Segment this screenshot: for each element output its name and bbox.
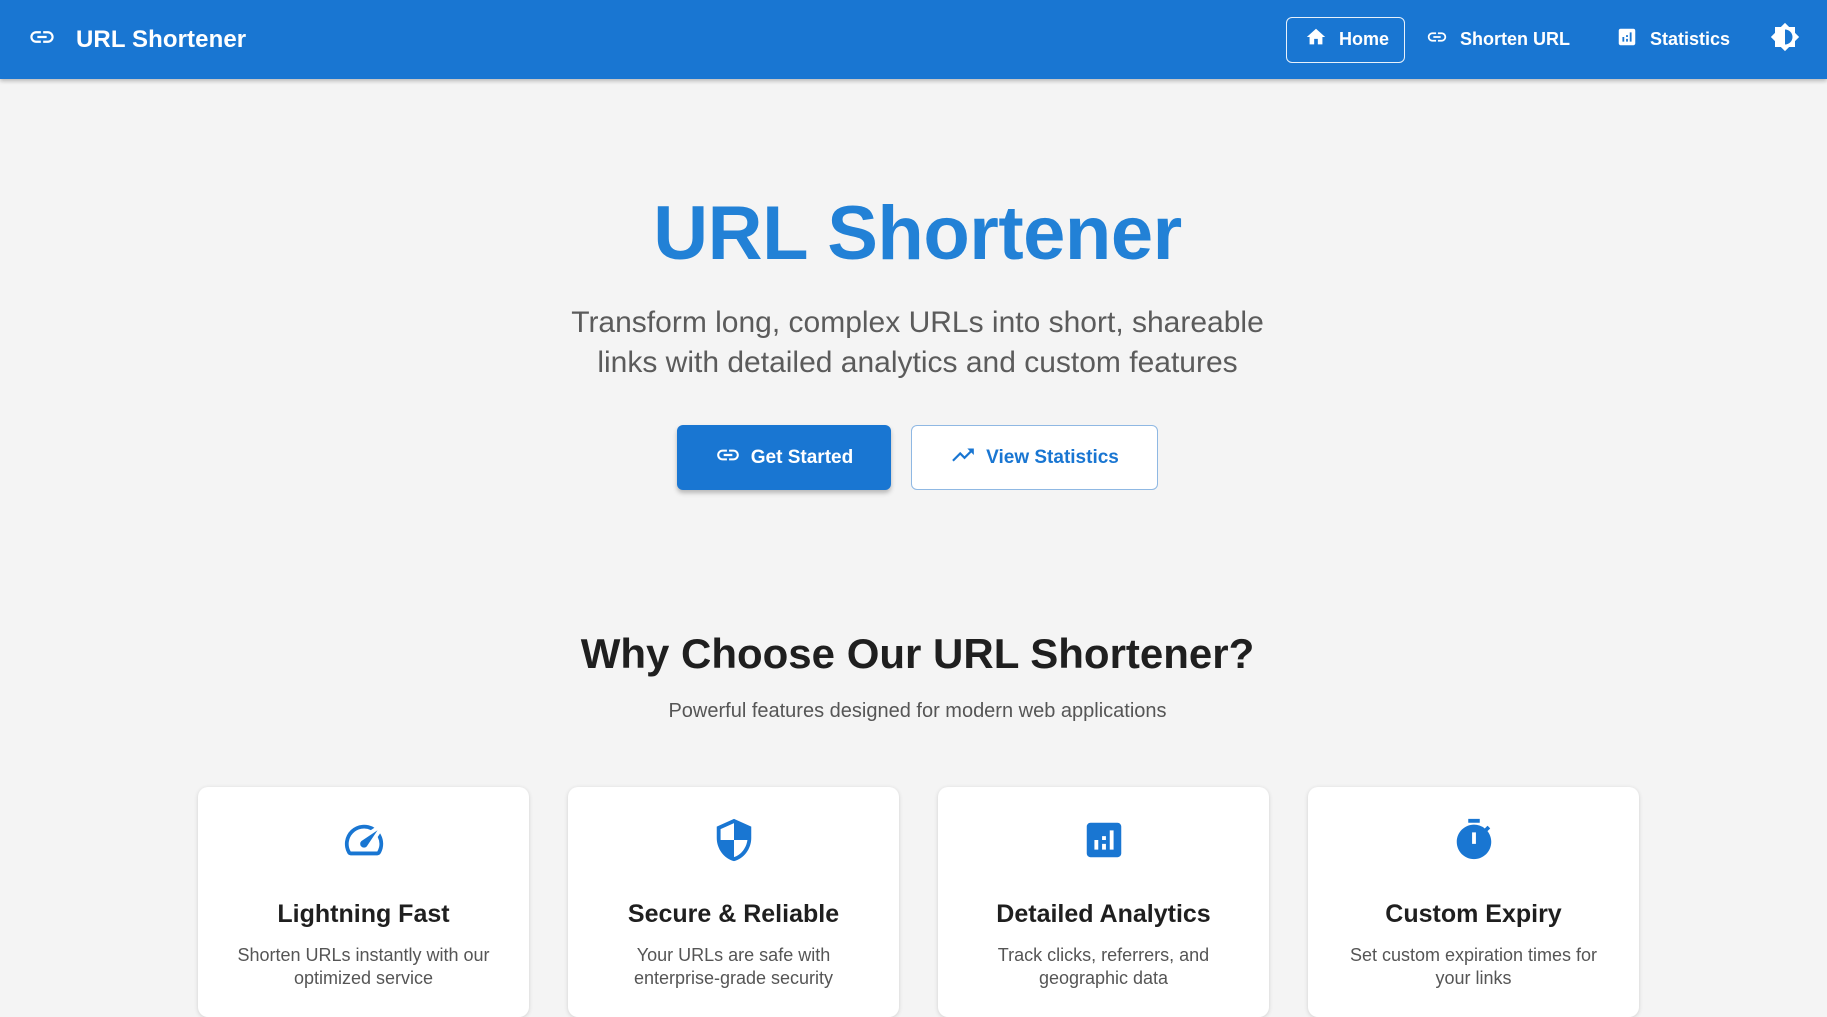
- shield-icon: [568, 817, 899, 863]
- brightness-icon: [1770, 22, 1800, 57]
- bar-chart-icon: [1616, 26, 1650, 53]
- view-statistics-button[interactable]: View Statistics: [911, 425, 1158, 490]
- nav-statistics-label: Statistics: [1649, 29, 1730, 49]
- home-icon: [1305, 26, 1339, 53]
- speedometer-icon: [198, 817, 529, 863]
- nav-shorten-url-button[interactable]: Shorten URL: [1407, 17, 1589, 63]
- app-title: URL Shortener: [76, 25, 247, 53]
- nav-home-button[interactable]: Home: [1285, 16, 1405, 63]
- feature-card-lightning-fast: Lightning Fast Shorten URLs instantly wi…: [198, 787, 529, 1017]
- feature-card-text: Your URLs are safe with enterprise-grade…: [633, 945, 834, 988]
- link-icon: [715, 442, 751, 474]
- trending-up-icon: [950, 442, 986, 474]
- features-title: Why Choose Our URL Shortener?: [580, 630, 1255, 677]
- feature-cards: Lightning Fast Shorten URLs instantly wi…: [198, 787, 1639, 1017]
- feature-card-text: Track clicks, referrers, and geographic …: [997, 945, 1210, 988]
- hero-subtitle: Transform long, complex URLs into short,…: [0, 303, 1827, 383]
- view-statistics-label: View Statistics: [986, 446, 1119, 468]
- feature-card-text: Shorten URLs instantly with our optimize…: [237, 945, 490, 988]
- nav-shorten-url-label: Shorten URL: [1459, 29, 1570, 49]
- analytics-icon: [938, 817, 1269, 863]
- feature-card-secure-reliable: Secure & Reliable Your URLs are safe wit…: [568, 787, 899, 1017]
- nav-home-label: Home: [1338, 29, 1389, 49]
- theme-toggle-button[interactable]: [1765, 20, 1805, 60]
- feature-card-text: Set custom expiration times for your lin…: [1349, 945, 1598, 988]
- brand[interactable]: URL Shortener: [28, 23, 246, 56]
- hero-subtitle-line-1: Transform long, complex URLs into short,…: [571, 306, 1264, 339]
- feature-card-title: Detailed Analytics: [996, 900, 1211, 928]
- feature-card-detailed-analytics: Detailed Analytics Track clicks, referre…: [938, 787, 1269, 1017]
- feature-card-title: Secure & Reliable: [627, 900, 840, 928]
- link-icon: [1426, 26, 1460, 53]
- timer-icon: [1308, 817, 1639, 863]
- get-started-label: Get Started: [750, 446, 854, 468]
- feature-card-title: Lightning Fast: [277, 900, 450, 928]
- hero-subtitle-line-2: links with detailed analytics and custom…: [597, 346, 1238, 379]
- feature-card-title: Custom Expiry: [1385, 900, 1562, 928]
- top-nav: Home Shorten URL Statistics: [1285, 0, 1827, 79]
- app-bar: URL Shortener Home Shorten URL Statistic…: [0, 0, 1827, 79]
- feature-card-custom-expiry: Custom Expiry Set custom expiration time…: [1308, 787, 1639, 1017]
- cta-row: Get Started View Statistics: [677, 425, 1158, 490]
- hero-title: URL Shortener: [653, 191, 1182, 276]
- features-subtitle: Powerful features designed for modern we…: [668, 700, 1167, 722]
- get-started-button[interactable]: Get Started: [677, 425, 891, 490]
- link-icon: [28, 23, 56, 56]
- nav-statistics-button[interactable]: Statistics: [1597, 17, 1749, 63]
